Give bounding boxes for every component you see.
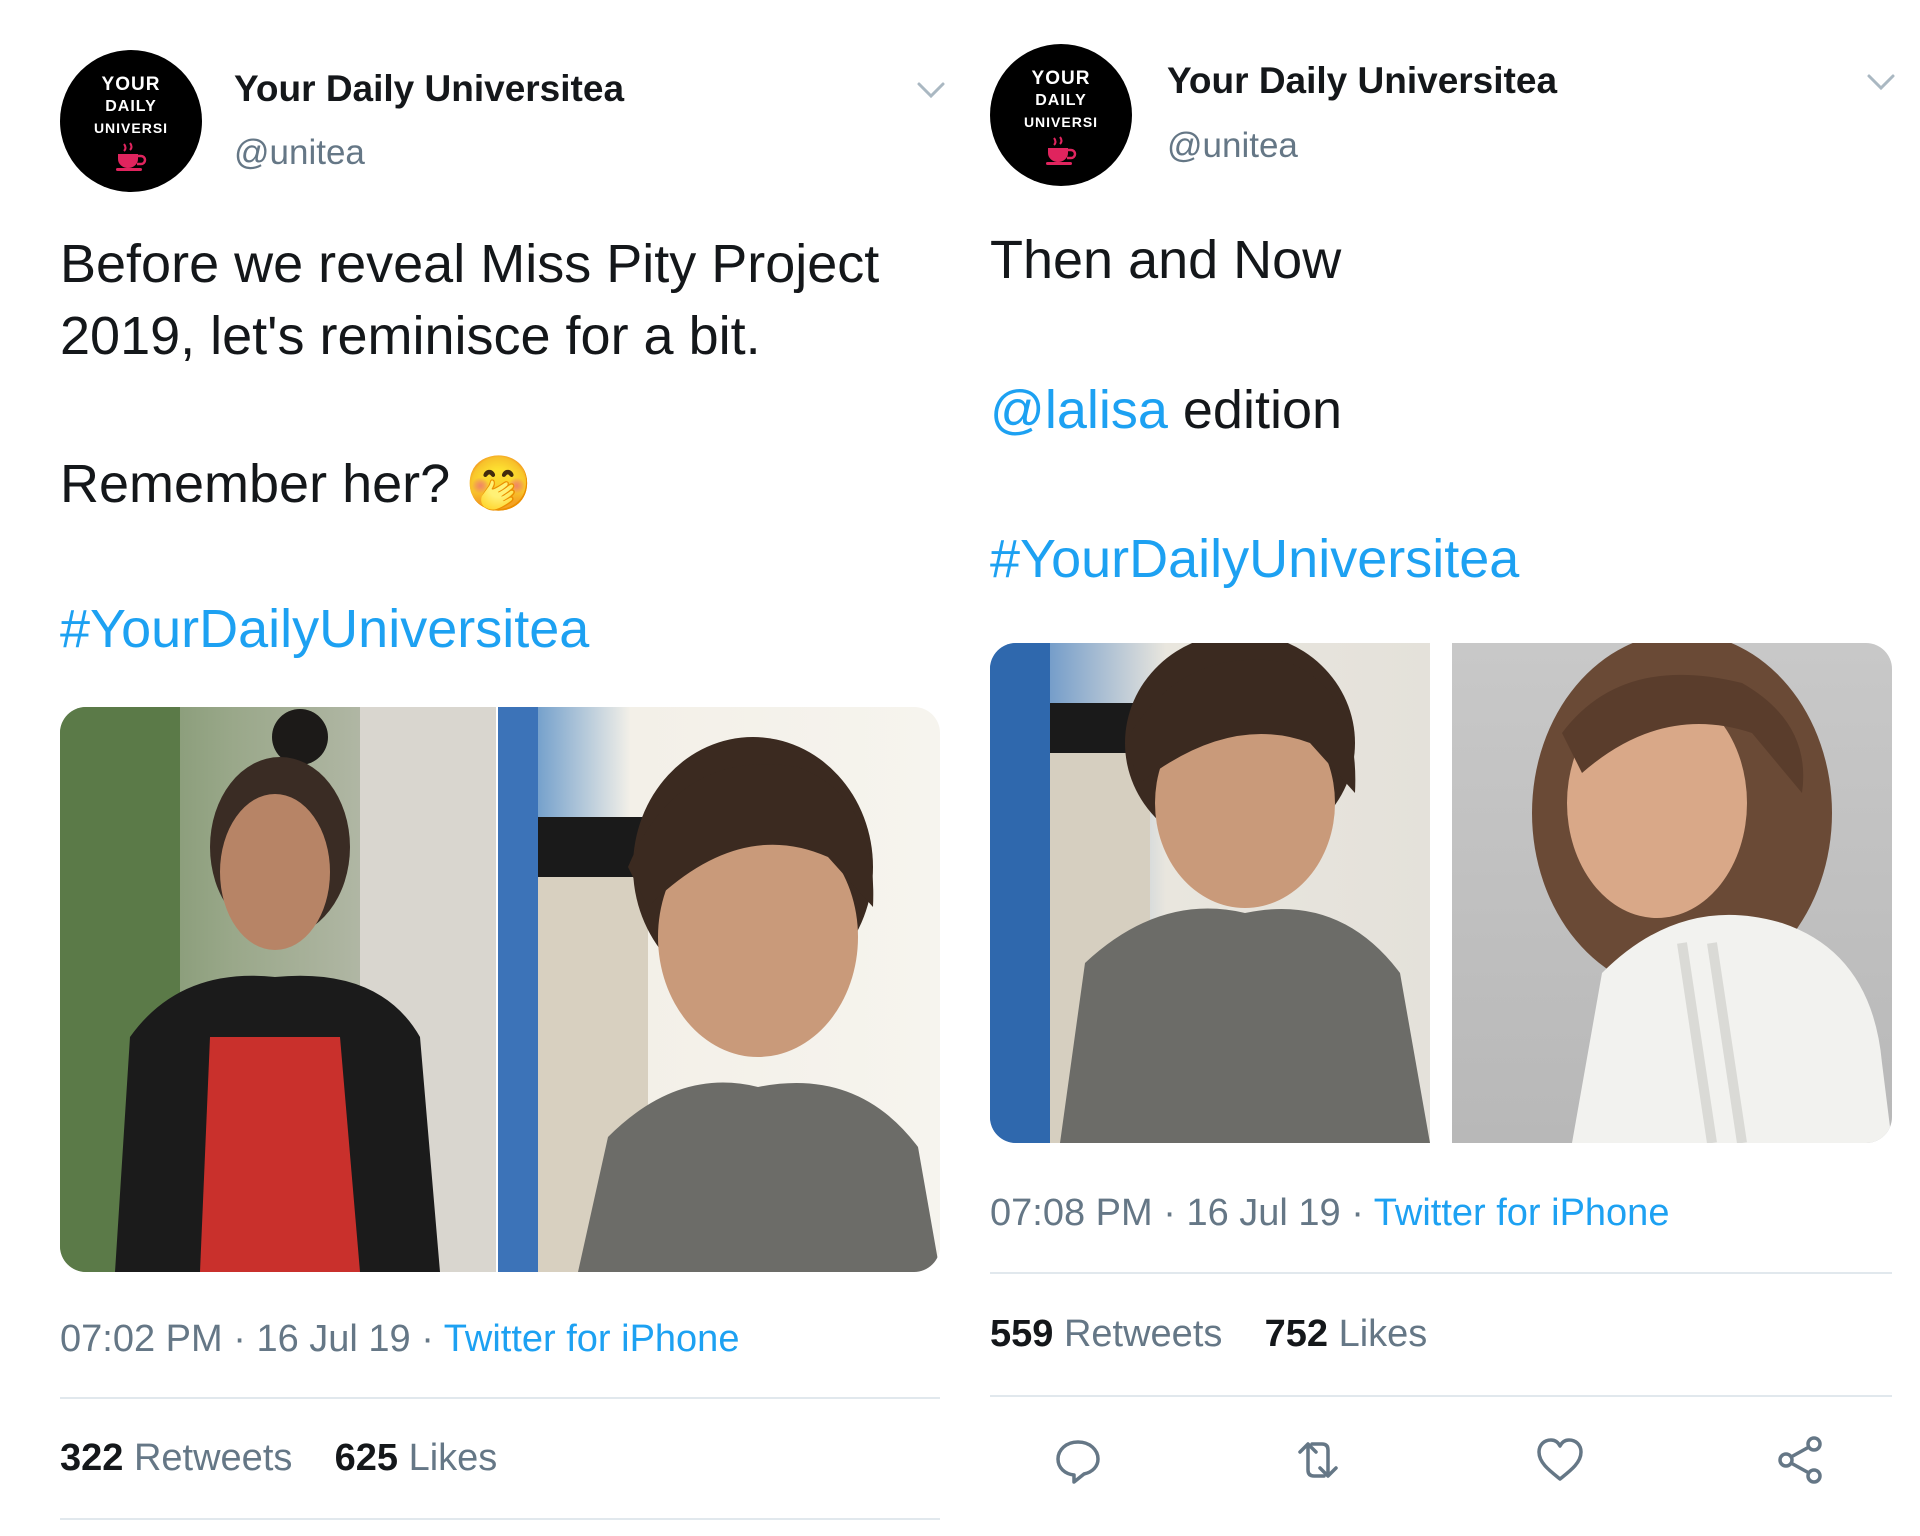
avatar[interactable]: YOUR DAILY UNIVERSI [990,44,1132,186]
photo-2-image [498,707,940,1272]
meta-separator: · [1351,1192,1374,1234]
tweet-time[interactable]: 07:02 PM [60,1318,223,1360]
edition-text: edition [1167,380,1343,440]
tweet-stats: 322 Retweets 625 Likes [60,1437,497,1480]
handle[interactable]: @unitea [1167,126,1298,166]
retweets-stat[interactable]: 559 Retweets [990,1313,1222,1355]
photo-1[interactable] [60,707,496,1272]
photo-2-image [1532,643,1892,1143]
media-grid[interactable] [60,707,940,1272]
like-icon[interactable] [1532,1432,1588,1488]
hand-over-mouth-emoji: 🤭 [465,454,533,514]
photo-1-image [60,707,496,1272]
share-icon[interactable] [1772,1432,1828,1488]
divider [60,1518,940,1520]
tweet-text-line-1: Before we reveal Miss Pity Project [60,234,880,294]
reply-icon[interactable] [1050,1432,1106,1488]
retweets-label: Retweets [1063,1313,1223,1355]
tweet-source[interactable]: Twitter for iPhone [444,1318,740,1360]
avatar-text-daily: DAILY [105,98,157,115]
tweet-date[interactable]: 16 Jul 19 [1186,1192,1340,1234]
retweets-label: Retweets [133,1437,293,1479]
photo-2[interactable] [498,707,940,1272]
avatar-text-your: YOUR [1031,68,1091,89]
teacup-icon [116,142,147,171]
retweets-count: 322 [60,1437,124,1479]
hashtag-link[interactable]: #YourDailyUniversitea [60,598,589,660]
media-grid[interactable] [990,643,1892,1143]
photo-1-image [990,643,1430,1143]
chevron-down-icon[interactable] [1866,72,1896,92]
tweet-text-line-3: Remember her? 🤭 [60,448,532,520]
avatar-text-universi: UNIVERSI [1023,114,1099,130]
mention-link[interactable]: @lalisa [990,380,1168,440]
avatar-text-your: YOUR [101,74,161,95]
tweet-date[interactable]: 16 Jul 19 [256,1318,410,1360]
divider [60,1397,940,1399]
handle[interactable]: @unitea [234,133,365,173]
tweet-right: YOUR DAILY UNIVERSI Your Daily Universit… [960,0,1920,1536]
likes-label: Likes [1338,1313,1428,1355]
tweet-left: YOUR DAILY UNIVERSI Your Daily Universit… [0,0,960,1536]
retweets-stat[interactable]: 322 Retweets [60,1437,292,1479]
avatar[interactable]: YOUR DAILY UNIVERSI [60,50,202,192]
meta-separator: · [233,1318,257,1360]
retweets-count: 559 [990,1313,1054,1355]
likes-stat[interactable]: 625 Likes [335,1437,498,1479]
remember-text: Remember her? [60,454,451,514]
photo-1[interactable] [990,643,1430,1143]
tweet-time[interactable]: 07:08 PM [990,1192,1153,1234]
avatar-text-universi: UNIVERSI [93,120,169,136]
display-name[interactable]: Your Daily Universitea [1167,60,1557,102]
tweet-text-line-2: 2019, let's reminisce for a bit. [60,306,761,366]
avatar-text-daily: DAILY [1035,92,1087,109]
hashtag-link[interactable]: #YourDailyUniversitea [990,528,1519,590]
tweet-meta: 07:02 PM · 16 Jul 19 · Twitter for iPhon… [60,1318,739,1361]
teacup-icon [1046,136,1077,165]
meta-separator: · [1163,1192,1187,1234]
tweet-text-line-1: Then and Now [990,230,1342,290]
display-name[interactable]: Your Daily Universitea [234,68,624,110]
likes-count: 625 [334,1437,399,1479]
tweet-stats: 559 Retweets 752 Likes [990,1313,1427,1356]
meta-separator: · [421,1318,444,1360]
divider [990,1272,1892,1274]
divider [990,1395,1892,1397]
likes-label: Likes [408,1437,498,1479]
chevron-down-icon[interactable] [916,80,946,100]
tweet-text-line-2: @lalisa edition [990,374,1342,446]
likes-count: 752 [1264,1313,1329,1355]
photo-2[interactable] [1452,643,1892,1143]
retweet-icon[interactable] [1290,1432,1346,1488]
tweet-source[interactable]: Twitter for iPhone [1374,1192,1670,1234]
tweet-meta: 07:08 PM · 16 Jul 19 · Twitter for iPhon… [990,1192,1669,1235]
likes-stat[interactable]: 752 Likes [1265,1313,1428,1355]
